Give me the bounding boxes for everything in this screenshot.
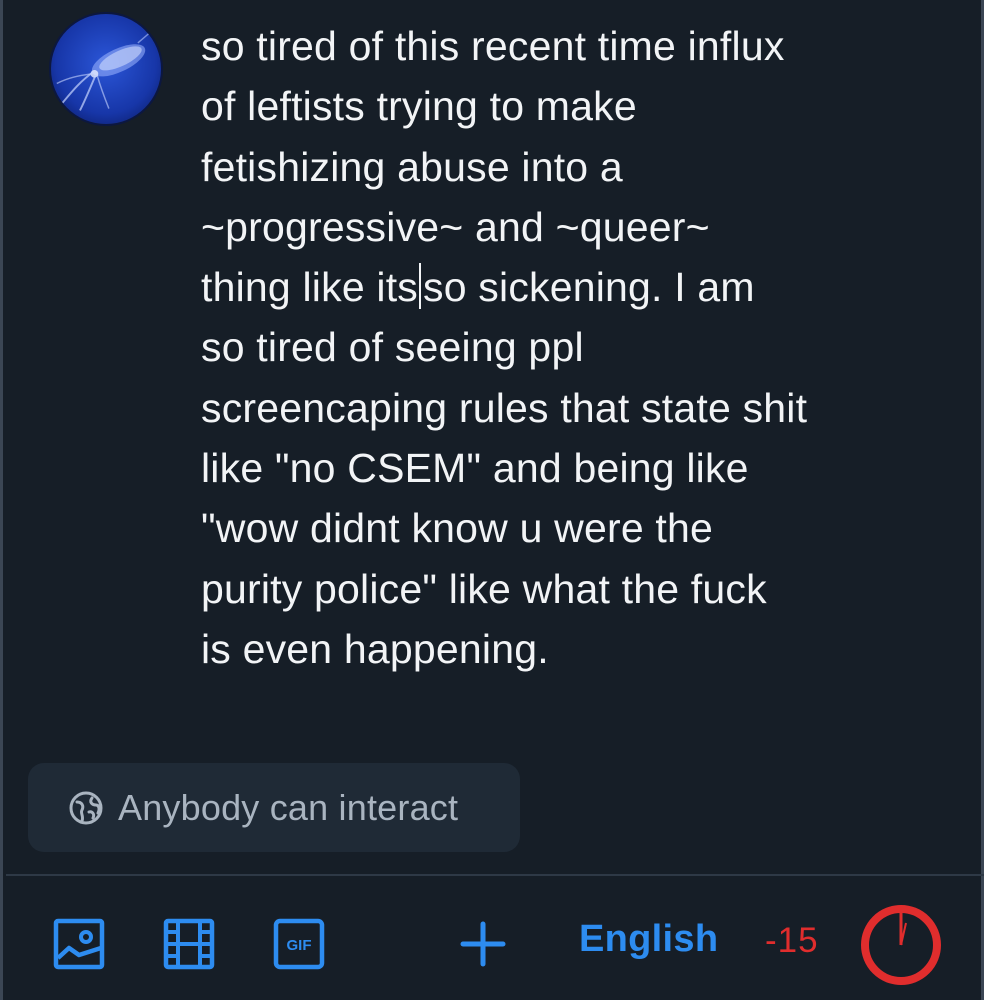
image-icon	[53, 918, 105, 970]
plus-icon	[460, 921, 506, 967]
add-gif-button[interactable]: GIF	[273, 918, 325, 970]
film-icon	[163, 918, 215, 970]
language-selector[interactable]: English	[579, 918, 718, 961]
add-video-button[interactable]	[163, 918, 215, 970]
globe-icon	[68, 790, 104, 826]
toolbar-divider	[6, 874, 984, 876]
gif-icon: GIF	[273, 918, 325, 970]
add-thread-post-button[interactable]	[459, 920, 507, 968]
user-avatar[interactable]	[49, 12, 163, 126]
gif-label: GIF	[287, 937, 312, 954]
post-text-input[interactable]: so tired of this recent time influx of l…	[201, 16, 941, 679]
interaction-settings-button[interactable]: Anybody can interact	[28, 763, 520, 852]
text-caret	[419, 263, 422, 310]
compose-panel: so tired of this recent time influx of l…	[0, 0, 984, 1000]
character-counter: -15	[765, 921, 819, 960]
post-text-after-caret: so sickening. I am so tired of seeing pp…	[201, 264, 808, 672]
progress-ring-icon	[861, 905, 941, 985]
character-limit-ring	[859, 903, 943, 987]
squid-avatar-icon	[51, 14, 161, 124]
interaction-settings-label: Anybody can interact	[118, 786, 459, 828]
add-image-button[interactable]	[53, 918, 105, 970]
